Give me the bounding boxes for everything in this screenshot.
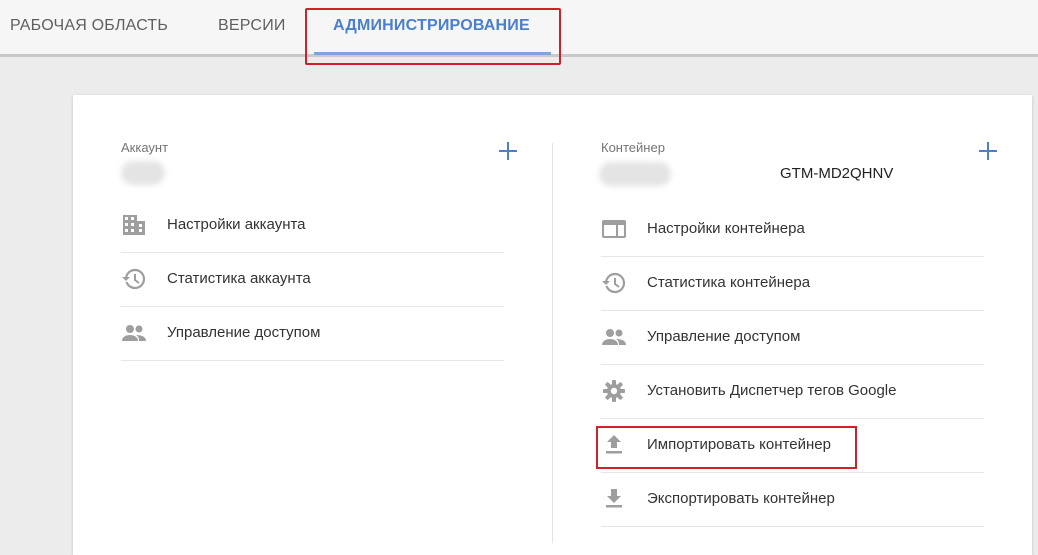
building-icon: [121, 213, 149, 237]
menu-label: Настройки аккаунта: [167, 216, 306, 233]
account-name-redacted[interactable]: [121, 161, 165, 185]
window-icon: [601, 217, 629, 241]
menu-label: Управление доступом: [167, 324, 321, 341]
add-account-button[interactable]: [497, 140, 519, 162]
menu-label: Статистика контейнера: [647, 274, 811, 291]
menu-account-settings[interactable]: Настройки аккаунта: [121, 199, 504, 253]
people-icon: [121, 321, 149, 345]
admin-tab-highlight-box: [305, 8, 561, 65]
container-name-redacted[interactable]: [599, 162, 671, 186]
download-icon: [601, 487, 629, 511]
add-container-button[interactable]: [977, 140, 999, 162]
people-icon: [601, 325, 629, 349]
menu-container-access[interactable]: Управление доступом: [601, 311, 984, 365]
menu-account-access[interactable]: Управление доступом: [121, 307, 504, 361]
admin-card: Аккаунт Настройки аккаунта Статистика ак…: [73, 95, 1032, 555]
container-label: Контейнер: [601, 140, 665, 155]
menu-account-activity[interactable]: Статистика аккаунта: [121, 253, 504, 307]
menu-label: Управление доступом: [647, 328, 801, 345]
history-icon: [121, 267, 149, 291]
menu-container-activity[interactable]: Статистика контейнера: [601, 257, 984, 311]
menu-install-gtm[interactable]: Установить Диспетчер тегов Google: [601, 365, 984, 419]
column-divider: [552, 143, 553, 543]
menu-label: Экспортировать контейнер: [647, 490, 835, 507]
tab-versions[interactable]: ВЕРСИИ: [218, 17, 286, 35]
menu-label: Установить Диспетчер тегов Google: [647, 382, 897, 399]
import-highlight-box: [596, 426, 857, 469]
container-id: GTM-MD2QHNV: [780, 165, 894, 182]
account-label: Аккаунт: [121, 140, 169, 155]
history-icon: [601, 271, 629, 295]
menu-export-container[interactable]: Экспортировать контейнер: [601, 473, 984, 527]
menu-label: Статистика аккаунта: [167, 270, 311, 287]
menu-container-settings[interactable]: Настройки контейнера: [601, 203, 984, 257]
menu-label: Настройки контейнера: [647, 220, 805, 237]
gear-icon: [601, 379, 629, 403]
tab-workspace[interactable]: РАБОЧАЯ ОБЛАСТЬ: [10, 17, 168, 35]
